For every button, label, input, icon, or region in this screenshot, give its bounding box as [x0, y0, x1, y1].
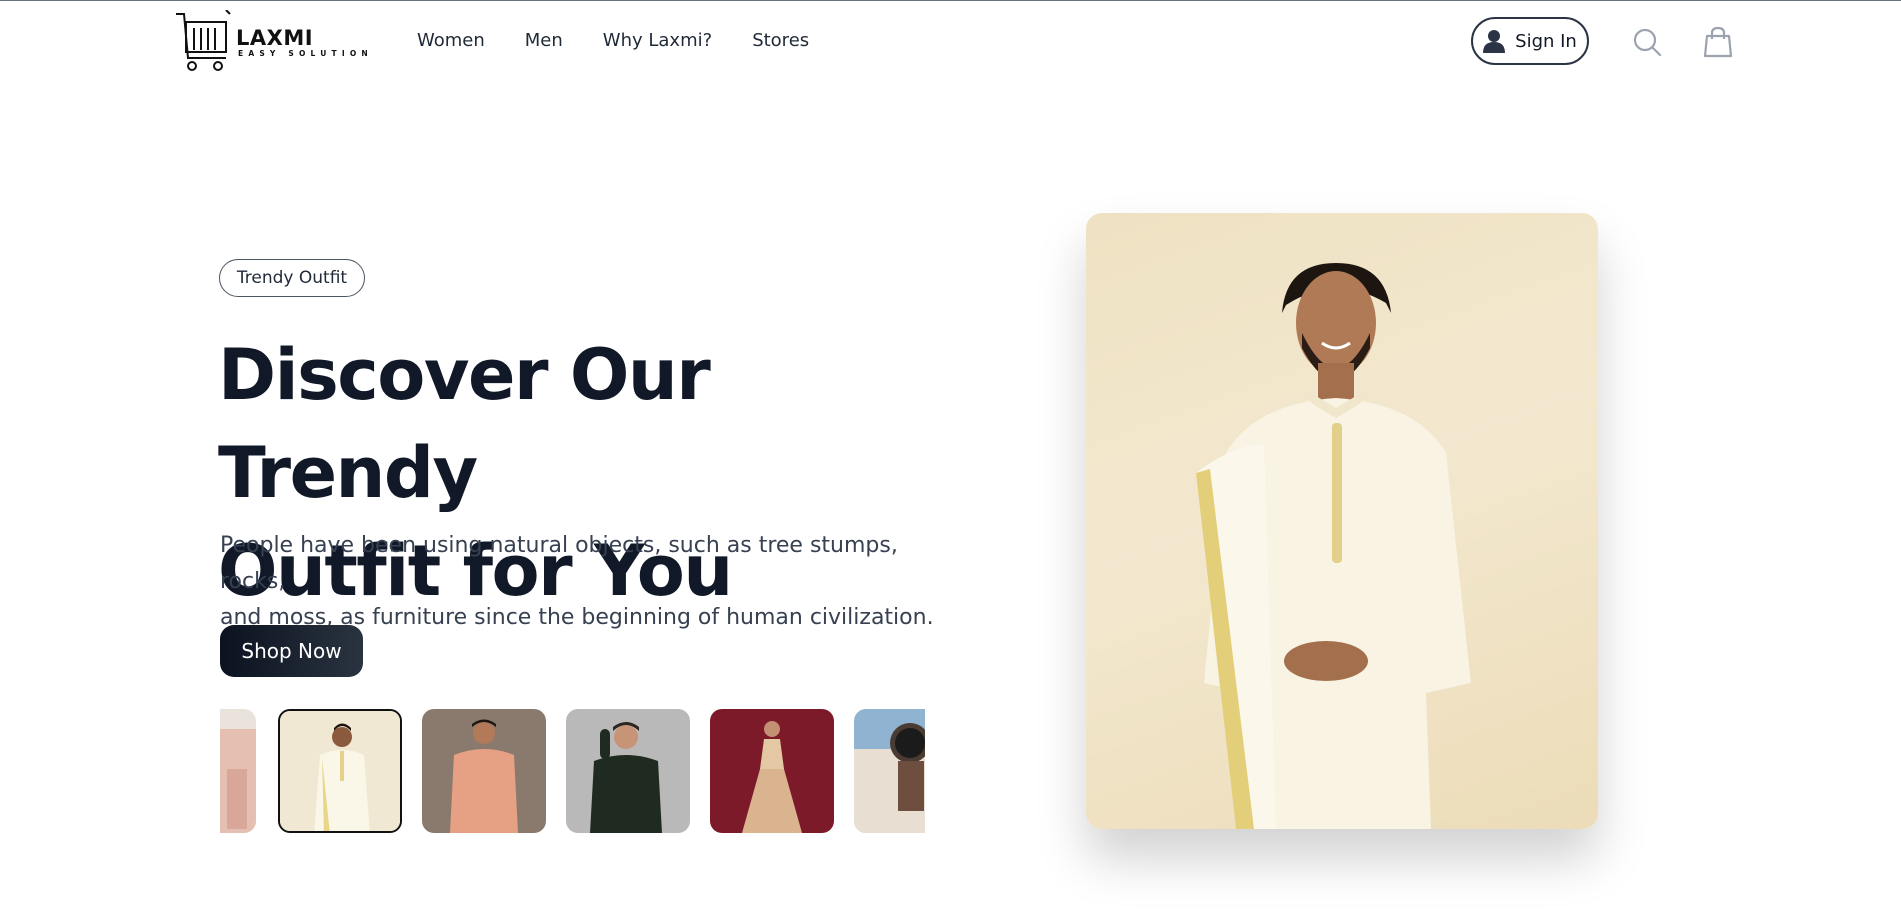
nav-item-stores[interactable]: Stores [752, 30, 809, 51]
brand-name: LAXMI [236, 26, 314, 50]
nav-item-men[interactable]: Men [525, 30, 563, 51]
search-icon[interactable] [1630, 25, 1664, 59]
brand-tagline: EASY SOLUTION [238, 49, 373, 58]
sign-in-label: Sign In [1515, 30, 1577, 52]
hero-description-line1: People have been using natural objects, … [220, 533, 898, 594]
sign-in-button[interactable]: Sign In [1471, 17, 1589, 65]
hero-description: People have been using natural objects, … [220, 528, 960, 636]
hero-title-line1: Discover Our Trendy [218, 334, 711, 514]
product-thumbnail-carousel [220, 709, 925, 834]
shopping-bag-icon[interactable] [1701, 25, 1735, 59]
thumbnail-item[interactable] [566, 709, 690, 833]
nav-item-women[interactable]: Women [417, 30, 485, 51]
hero-product-image [1086, 213, 1598, 829]
thumbnail-item[interactable] [710, 709, 834, 833]
thumbnail-item[interactable] [278, 709, 402, 833]
shop-now-button[interactable]: Shop Now [220, 625, 363, 677]
thumbnail-item[interactable] [220, 709, 256, 833]
user-icon [1483, 30, 1506, 53]
nav-item-why-laxmi[interactable]: Why Laxmi? [603, 30, 712, 51]
main-nav: Women Men Why Laxmi? Stores [417, 30, 809, 51]
thumbnail-item[interactable] [854, 709, 925, 833]
hero-badge: Trendy Outfit [219, 259, 365, 297]
thumbnail-item[interactable] [422, 709, 546, 833]
top-border [0, 0, 1901, 1]
